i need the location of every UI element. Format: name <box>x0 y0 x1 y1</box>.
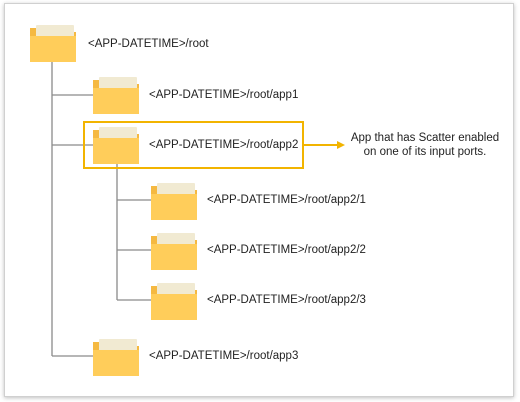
folder-icon <box>151 283 197 320</box>
folder-icon <box>93 339 139 376</box>
folder-label-app2-3: <APP-DATETIME>/root/app2/3 <box>207 294 366 306</box>
annotation-arrow-head <box>337 141 345 149</box>
folder-label-app2-1: <APP-DATETIME>/root/app2/1 <box>207 194 366 206</box>
folder-label-app2-2: <APP-DATETIME>/root/app2/2 <box>207 244 366 256</box>
annotation-text: App that has Scatter enabled on one of i… <box>350 131 500 159</box>
folder-icon <box>151 183 197 220</box>
folder-icon <box>93 127 139 164</box>
annotation-line-1: App that has Scatter enabled <box>350 132 500 144</box>
folder-label-app2: <APP-DATETIME>/root/app2 <box>149 139 299 151</box>
folder-icon <box>30 25 76 62</box>
folder-icon <box>151 233 197 270</box>
folder-label-app1: <APP-DATETIME>/root/app1 <box>149 89 299 101</box>
annotation-line-2: on one of its input ports. <box>363 146 487 158</box>
folder-label-app3: <APP-DATETIME>/root/app3 <box>149 350 299 362</box>
folder-label-root: <APP-DATETIME>/root <box>88 38 209 50</box>
folder-icon <box>93 77 139 114</box>
